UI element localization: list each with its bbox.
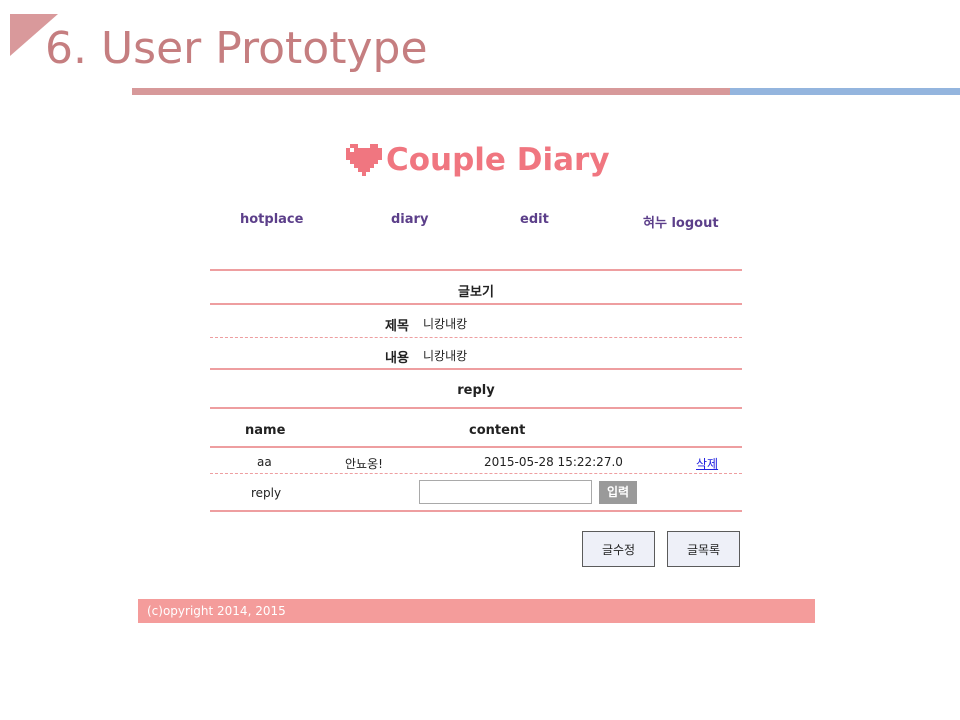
reply-input-label: reply xyxy=(251,486,282,500)
app-header: Couple Diary xyxy=(346,142,610,178)
reply-row-content: 안뇨옹! xyxy=(345,457,383,471)
edit-post-button[interactable]: 글수정 xyxy=(582,531,655,567)
row-divider xyxy=(210,473,742,474)
post-list-button[interactable]: 글목록 xyxy=(667,531,740,567)
reply-col-content: content xyxy=(469,423,526,438)
row-divider xyxy=(210,337,742,338)
nav-edit[interactable]: edit xyxy=(520,212,549,227)
table-divider xyxy=(210,407,742,409)
reply-delete-link[interactable]: 삭제 xyxy=(696,455,718,472)
reply-input[interactable] xyxy=(419,480,592,504)
reply-row-name: aa xyxy=(257,455,272,469)
subject-value: 니캉내캉 xyxy=(423,317,468,331)
title-rule-pink xyxy=(132,88,730,95)
nav-logout[interactable]: 혀누 logout xyxy=(643,212,719,231)
subject-label: 제목 xyxy=(385,319,409,334)
footer-copyright: (c)opyright 2014, 2015 xyxy=(147,604,286,618)
main-nav: hotplace diary edit 혀누 logout xyxy=(0,212,960,234)
table-divider xyxy=(210,303,742,305)
app-name: Couple Diary xyxy=(386,142,610,178)
reply-submit-button[interactable]: 입력 xyxy=(599,481,637,504)
footer: (c)opyright 2014, 2015 xyxy=(138,599,815,623)
nav-diary[interactable]: diary xyxy=(391,212,428,227)
title-rule-blue xyxy=(730,88,960,95)
table-border-top xyxy=(210,269,742,271)
nav-hotplace[interactable]: hotplace xyxy=(240,212,303,227)
view-section-title: 글보기 xyxy=(458,285,494,300)
table-divider xyxy=(210,368,742,370)
reply-col-name: name xyxy=(245,423,286,438)
table-border-bottom xyxy=(210,510,742,512)
heart-icon xyxy=(346,144,382,176)
reply-section-title: reply xyxy=(457,383,495,398)
content-value: 니캉내캉 xyxy=(423,349,468,363)
content-label: 내용 xyxy=(385,351,409,366)
table-divider xyxy=(210,446,742,448)
slide-title: 6. User Prototype xyxy=(45,23,428,74)
reply-row-date: 2015-05-28 15:22:27.0 xyxy=(484,455,623,469)
